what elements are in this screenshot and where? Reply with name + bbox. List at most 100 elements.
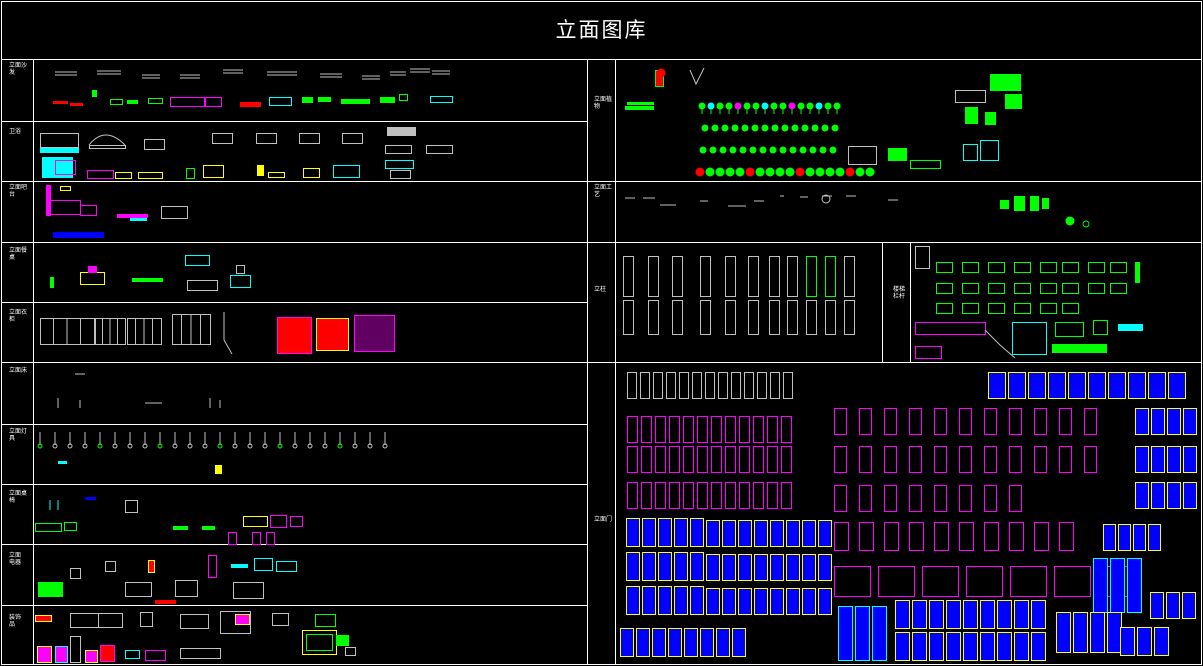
bar-stool bbox=[130, 218, 147, 221]
plant-icon bbox=[795, 167, 805, 177]
plant-cyan bbox=[963, 144, 978, 161]
door bbox=[834, 566, 871, 597]
plant-flower bbox=[656, 68, 666, 78]
door bbox=[946, 632, 961, 661]
dining-set bbox=[80, 272, 105, 285]
door bbox=[700, 628, 714, 657]
door bbox=[1068, 372, 1086, 399]
door bbox=[818, 588, 832, 615]
door bbox=[980, 600, 995, 629]
column bbox=[844, 256, 855, 297]
wardrobe-red bbox=[316, 318, 349, 351]
door bbox=[1137, 627, 1152, 656]
wardrobe-magenta bbox=[354, 315, 395, 352]
door bbox=[834, 408, 847, 435]
table bbox=[85, 497, 96, 500]
door bbox=[1151, 446, 1165, 473]
decor bbox=[272, 613, 289, 626]
plant-large bbox=[1005, 94, 1022, 109]
chair bbox=[252, 532, 261, 545]
plant-icon bbox=[711, 124, 719, 132]
plant-icon bbox=[835, 167, 845, 177]
door bbox=[988, 372, 1006, 399]
plant-icon bbox=[759, 146, 767, 154]
door bbox=[722, 520, 736, 547]
sofa-magenta bbox=[170, 97, 205, 107]
door bbox=[732, 628, 746, 657]
plant-icon bbox=[752, 102, 760, 110]
column bbox=[700, 300, 711, 335]
lamp bbox=[236, 265, 245, 274]
plant-small bbox=[910, 160, 941, 169]
door bbox=[767, 482, 778, 509]
door bbox=[909, 485, 922, 512]
door bbox=[753, 446, 764, 473]
door bbox=[884, 408, 897, 435]
door bbox=[1031, 632, 1046, 661]
bath-set bbox=[115, 172, 132, 179]
door bbox=[697, 446, 708, 473]
plant-icon bbox=[734, 102, 742, 110]
door bbox=[781, 482, 792, 509]
plant-icon bbox=[809, 146, 817, 154]
door bbox=[692, 372, 702, 399]
bar-counter bbox=[50, 200, 81, 215]
door bbox=[984, 408, 997, 435]
door bbox=[642, 552, 656, 581]
branch bbox=[689, 67, 705, 86]
door bbox=[722, 588, 736, 615]
door bbox=[641, 416, 652, 443]
decor bbox=[125, 650, 140, 659]
plant-icon bbox=[701, 124, 709, 132]
appliance bbox=[231, 564, 248, 568]
decor bbox=[85, 650, 98, 663]
door bbox=[912, 600, 927, 629]
door bbox=[744, 372, 754, 399]
plant-icon bbox=[731, 124, 739, 132]
door bbox=[859, 522, 874, 551]
plant-icon bbox=[815, 167, 825, 177]
door bbox=[674, 586, 688, 615]
bar-base bbox=[53, 232, 104, 238]
door bbox=[884, 446, 897, 473]
column bbox=[769, 300, 780, 335]
door bbox=[705, 372, 715, 399]
plant-icon bbox=[819, 146, 827, 154]
column bbox=[844, 300, 855, 335]
plant-icon bbox=[705, 167, 715, 177]
door bbox=[636, 628, 650, 657]
railing-ornament bbox=[962, 303, 979, 314]
stair-ornament bbox=[1093, 320, 1108, 335]
door bbox=[929, 600, 944, 629]
plant-icon bbox=[769, 146, 777, 154]
column bbox=[806, 256, 817, 297]
chair-set bbox=[64, 522, 77, 531]
bath-cabinet bbox=[144, 139, 165, 150]
door bbox=[922, 566, 959, 597]
door bbox=[1034, 522, 1049, 551]
lamp-yellow bbox=[215, 465, 222, 474]
chair bbox=[228, 532, 237, 545]
column bbox=[769, 256, 780, 297]
door bbox=[1073, 612, 1088, 653]
chair-set bbox=[290, 516, 303, 527]
door bbox=[1166, 592, 1180, 619]
door bbox=[1148, 372, 1166, 399]
door bbox=[834, 522, 849, 551]
bathtub bbox=[40, 133, 79, 148]
dining-set bbox=[187, 280, 218, 291]
railing-ornament bbox=[1040, 303, 1057, 314]
appliance bbox=[254, 558, 273, 571]
door bbox=[725, 446, 736, 473]
wardrobe-red bbox=[277, 317, 312, 354]
door bbox=[738, 588, 752, 615]
door bbox=[934, 446, 947, 473]
dining-table bbox=[132, 278, 163, 282]
column bbox=[700, 256, 711, 297]
plant-icon bbox=[725, 167, 735, 177]
railing-ornament bbox=[936, 283, 953, 294]
plant-icon bbox=[824, 102, 832, 110]
door bbox=[1168, 372, 1186, 399]
door bbox=[1183, 446, 1197, 473]
door bbox=[722, 554, 736, 581]
